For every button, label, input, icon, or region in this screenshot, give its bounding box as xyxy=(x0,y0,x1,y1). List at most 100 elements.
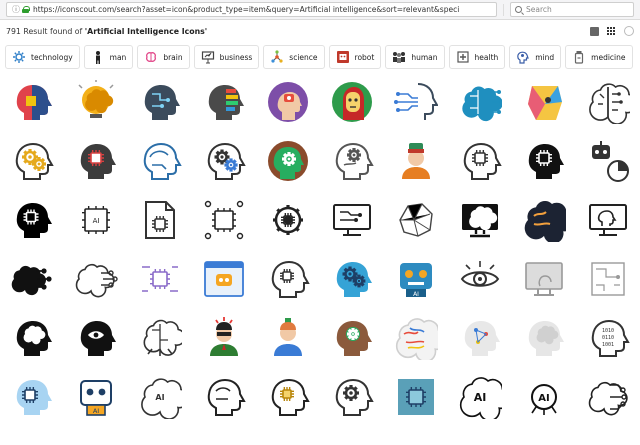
icon-result-card[interactable] xyxy=(384,369,448,428)
icon-result-card[interactable] xyxy=(576,133,640,192)
icon-result-card[interactable] xyxy=(0,133,64,192)
icon-result-card[interactable] xyxy=(448,74,512,133)
icon-result-card[interactable] xyxy=(192,192,256,251)
icon-result-card[interactable] xyxy=(192,369,256,428)
icon-result-card[interactable] xyxy=(0,251,64,310)
icon-result-card[interactable] xyxy=(320,251,384,310)
icon-result-card[interactable] xyxy=(512,310,576,369)
settings-toggle-icon[interactable] xyxy=(624,26,634,36)
icon-result-card[interactable] xyxy=(320,310,384,369)
small-grid-view-icon[interactable] xyxy=(607,26,616,36)
head-mind-icon xyxy=(515,49,531,65)
icon-result-card[interactable]: AI xyxy=(64,192,128,251)
ai-head-colors-icon xyxy=(202,80,246,128)
icon-result-card[interactable] xyxy=(320,133,384,192)
tag-label: mind xyxy=(535,52,555,62)
icon-result-card[interactable] xyxy=(128,310,192,369)
icon-result-card[interactable] xyxy=(64,310,128,369)
tag-technology[interactable]: technology xyxy=(5,45,80,69)
ai-person-icon xyxy=(266,316,310,364)
icon-result-card[interactable] xyxy=(576,74,640,133)
icon-result-card[interactable] xyxy=(448,251,512,310)
icon-result-card[interactable] xyxy=(256,192,320,251)
icon-result-card[interactable] xyxy=(64,251,128,310)
icon-result-card[interactable] xyxy=(576,251,640,310)
icon-result-card[interactable] xyxy=(0,74,64,133)
ai-monitor-gray-icon xyxy=(522,257,566,305)
icon-result-card[interactable] xyxy=(384,310,448,369)
icon-result-card[interactable] xyxy=(512,251,576,310)
icon-result-card[interactable] xyxy=(0,310,64,369)
icon-result-card[interactable] xyxy=(0,369,64,428)
pill-bottle-icon xyxy=(571,49,587,65)
url-bar[interactable]: ⓘ https://iconscout.com/search?asset=ico… xyxy=(6,2,497,17)
tag-science[interactable]: science xyxy=(263,45,325,69)
icon-result-card[interactable] xyxy=(256,310,320,369)
tag-human[interactable]: human xyxy=(385,45,445,69)
icon-result-card[interactable] xyxy=(384,192,448,251)
results-bar: 791 Result found of 'Artificial Intellig… xyxy=(0,20,640,42)
icon-result-card[interactable] xyxy=(576,369,640,428)
icon-result-card[interactable]: AI xyxy=(128,369,192,428)
icon-result-card[interactable] xyxy=(448,192,512,251)
ai-chip-outline-icon: AI xyxy=(74,198,118,246)
ai-head-chip-icon xyxy=(266,257,310,305)
icon-result-card[interactable] xyxy=(320,369,384,428)
icon-result-card[interactable]: AI xyxy=(512,369,576,428)
tag-label: science xyxy=(289,52,318,62)
icon-result-card[interactable] xyxy=(576,192,640,251)
icon-result-card[interactable]: AI xyxy=(64,369,128,428)
browser-search-box[interactable]: Search xyxy=(510,2,634,17)
icon-result-card[interactable] xyxy=(384,133,448,192)
ai-ai-brain-icon: AI xyxy=(138,375,190,423)
icon-result-card[interactable]: AI xyxy=(384,251,448,310)
icon-result-card[interactable] xyxy=(192,251,256,310)
icon-result-card[interactable] xyxy=(256,369,320,428)
tag-mind[interactable]: mind xyxy=(509,45,562,69)
icon-result-card[interactable] xyxy=(448,310,512,369)
ai-chip-head-icon xyxy=(74,139,118,187)
ai-head-brain-icon xyxy=(10,316,54,364)
icon-result-card[interactable] xyxy=(128,251,192,310)
tag-label: brain xyxy=(163,52,183,62)
icon-result-card[interactable] xyxy=(192,310,256,369)
ai-document-chip-icon xyxy=(138,198,182,246)
info-icon[interactable]: ⓘ xyxy=(12,4,20,15)
ai-brain-network-icon xyxy=(10,257,54,305)
icon-result-card[interactable] xyxy=(320,74,384,133)
icon-result-card[interactable] xyxy=(256,251,320,310)
people-icon xyxy=(391,49,407,65)
tag-robot[interactable]: robot xyxy=(328,45,382,69)
tag-label: health xyxy=(474,52,499,62)
ai-head-lines-icon xyxy=(394,80,439,128)
icon-result-card[interactable] xyxy=(512,133,576,192)
icon-result-card[interactable]: 1010 0110 1001 xyxy=(576,310,640,369)
ai-monitor-head-icon xyxy=(586,198,630,246)
icon-result-card[interactable]: AI xyxy=(448,369,512,428)
icon-result-card[interactable] xyxy=(128,133,192,192)
ai-head-gear-yellow-icon xyxy=(10,139,54,187)
icon-result-card[interactable] xyxy=(256,133,320,192)
icon-result-card[interactable] xyxy=(64,133,128,192)
icon-result-card[interactable] xyxy=(448,133,512,192)
icon-result-card[interactable] xyxy=(384,74,448,133)
icon-result-card[interactable] xyxy=(128,74,192,133)
icon-result-card[interactable] xyxy=(128,192,192,251)
tag-brain[interactable]: brain xyxy=(137,45,190,69)
tag-business[interactable]: business xyxy=(193,45,260,69)
icon-result-card[interactable] xyxy=(512,74,576,133)
icon-result-card[interactable] xyxy=(256,74,320,133)
icon-result-card[interactable] xyxy=(64,74,128,133)
tag-man[interactable]: man xyxy=(83,45,134,69)
icon-result-card[interactable] xyxy=(320,192,384,251)
tag-medicine[interactable]: medicine xyxy=(565,45,633,69)
ai-head-network-icon xyxy=(458,316,502,364)
icon-result-card[interactable] xyxy=(0,192,64,251)
tag-health[interactable]: health xyxy=(448,45,506,69)
lock-icon[interactable] xyxy=(22,6,30,13)
large-grid-view-icon[interactable] xyxy=(590,26,599,36)
icon-result-card[interactable] xyxy=(192,133,256,192)
icon-result-card[interactable] xyxy=(512,192,576,251)
icon-result-card[interactable] xyxy=(192,74,256,133)
molecule-icon xyxy=(269,49,285,65)
